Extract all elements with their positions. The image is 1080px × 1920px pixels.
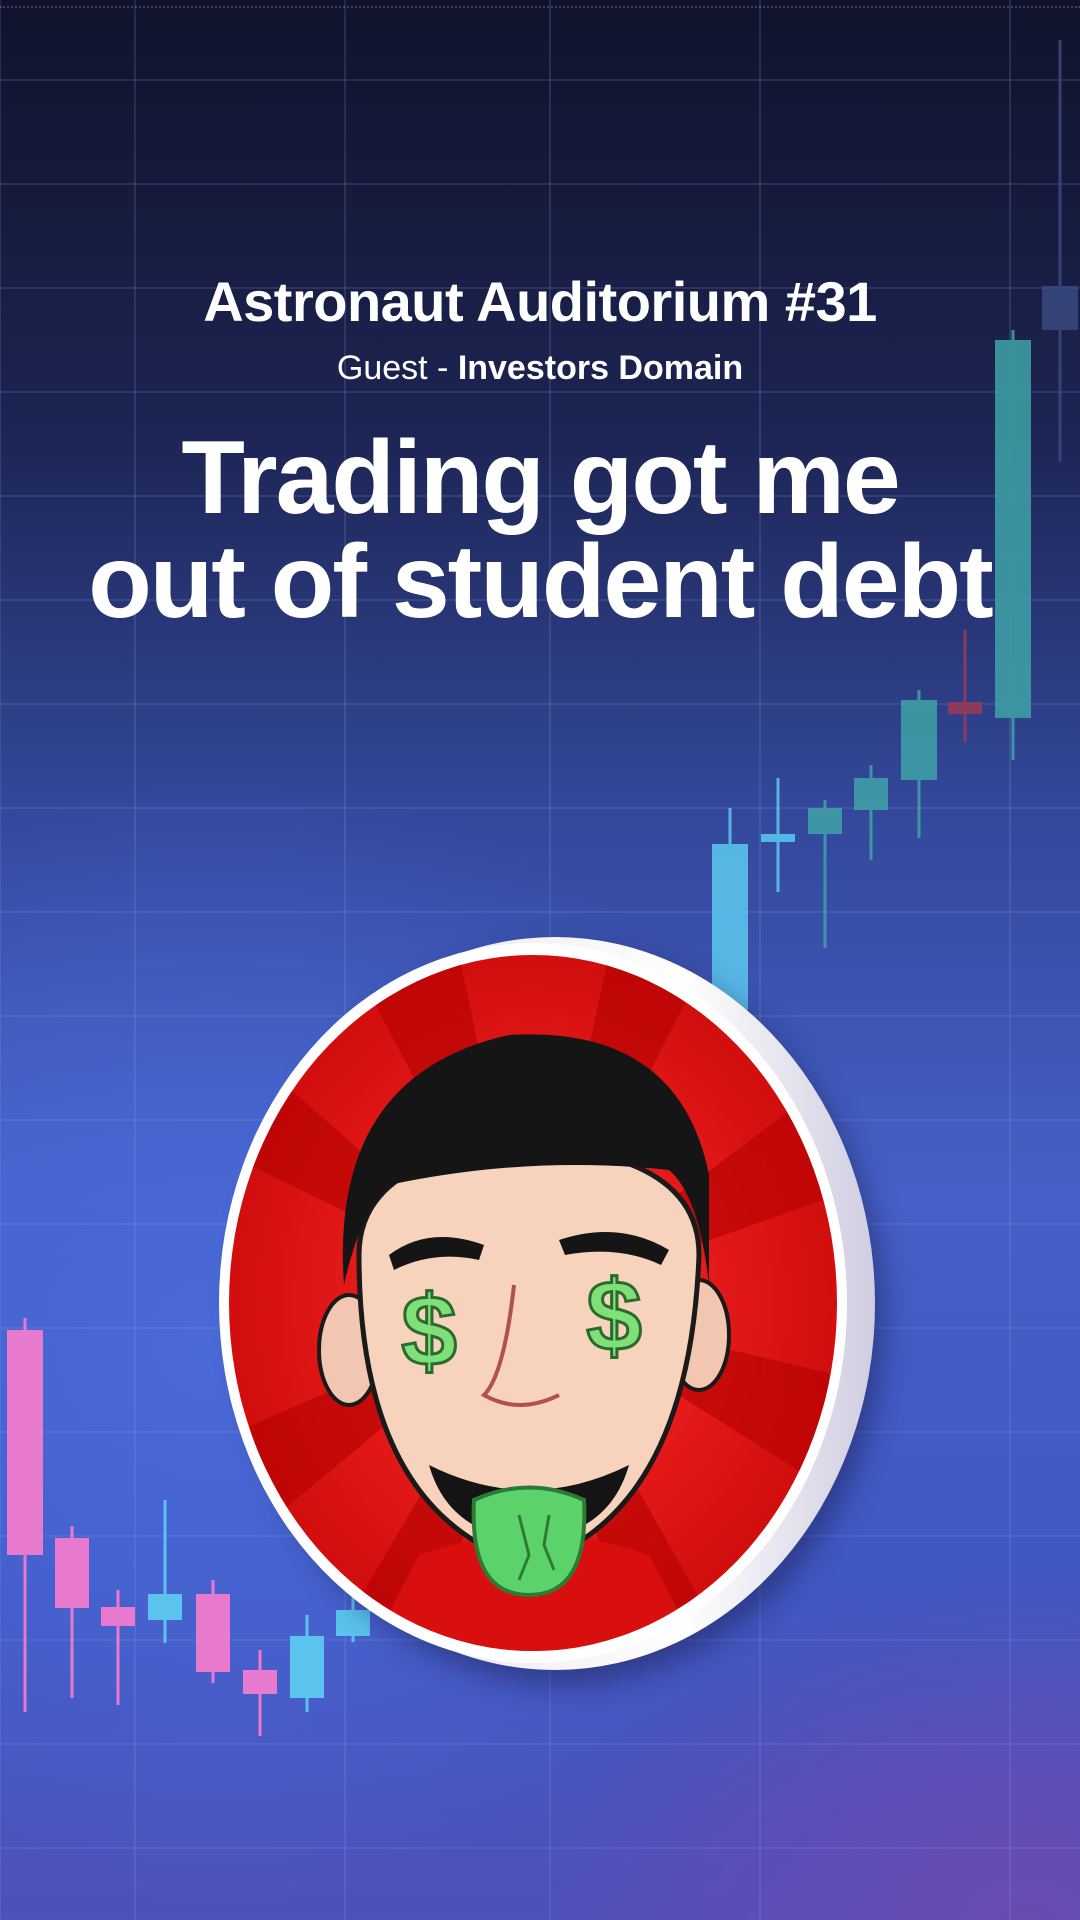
candle-body-5 <box>243 1670 277 1694</box>
candle-body-13 <box>948 702 982 714</box>
candle-3 <box>148 1500 182 1643</box>
guest-line: Guest - Investors Domain <box>0 348 1080 388</box>
coin-face: $ $ <box>219 943 847 1663</box>
avatar-coin: $ $ <box>215 937 875 1670</box>
candle-body-9 <box>761 834 795 842</box>
candle-11 <box>854 765 888 860</box>
guest-name: Investors Domain <box>457 349 744 387</box>
candle-9 <box>761 778 795 892</box>
candle-body-12 <box>901 700 937 780</box>
candle-body-1 <box>55 1538 89 1608</box>
svg-text:$: $ <box>401 1275 457 1387</box>
headline-line-2: out of student debt <box>88 524 994 640</box>
candle-body-0 <box>7 1330 43 1555</box>
candle-12 <box>901 690 937 838</box>
guest-label: Guest - <box>336 349 458 387</box>
candle-13 <box>948 630 982 742</box>
avatar-image: $ $ <box>229 955 837 1651</box>
candle-1 <box>55 1526 89 1698</box>
candle-10 <box>808 800 842 948</box>
candle-0 <box>7 1318 43 1712</box>
candle-body-11 <box>854 778 888 810</box>
candle-body-2 <box>101 1607 135 1626</box>
thumbnail-canvas: Astronaut Auditorium #31 Guest - Investo… <box>0 0 1080 1920</box>
candle-2 <box>101 1590 135 1705</box>
candle-body-10 <box>808 808 842 834</box>
episode-title: Astronaut Auditorium #31 <box>203 270 877 333</box>
cartoon-face-money-eyes-icon: $ $ <box>229 955 837 1651</box>
candle-body-3 <box>148 1594 182 1620</box>
headline-line-1: Trading got me <box>181 420 900 536</box>
title-block: Astronaut Auditorium #31 Guest - Investo… <box>0 270 1080 634</box>
headline: Trading got me out of student debt <box>0 426 1080 634</box>
svg-text:$: $ <box>586 1260 642 1372</box>
